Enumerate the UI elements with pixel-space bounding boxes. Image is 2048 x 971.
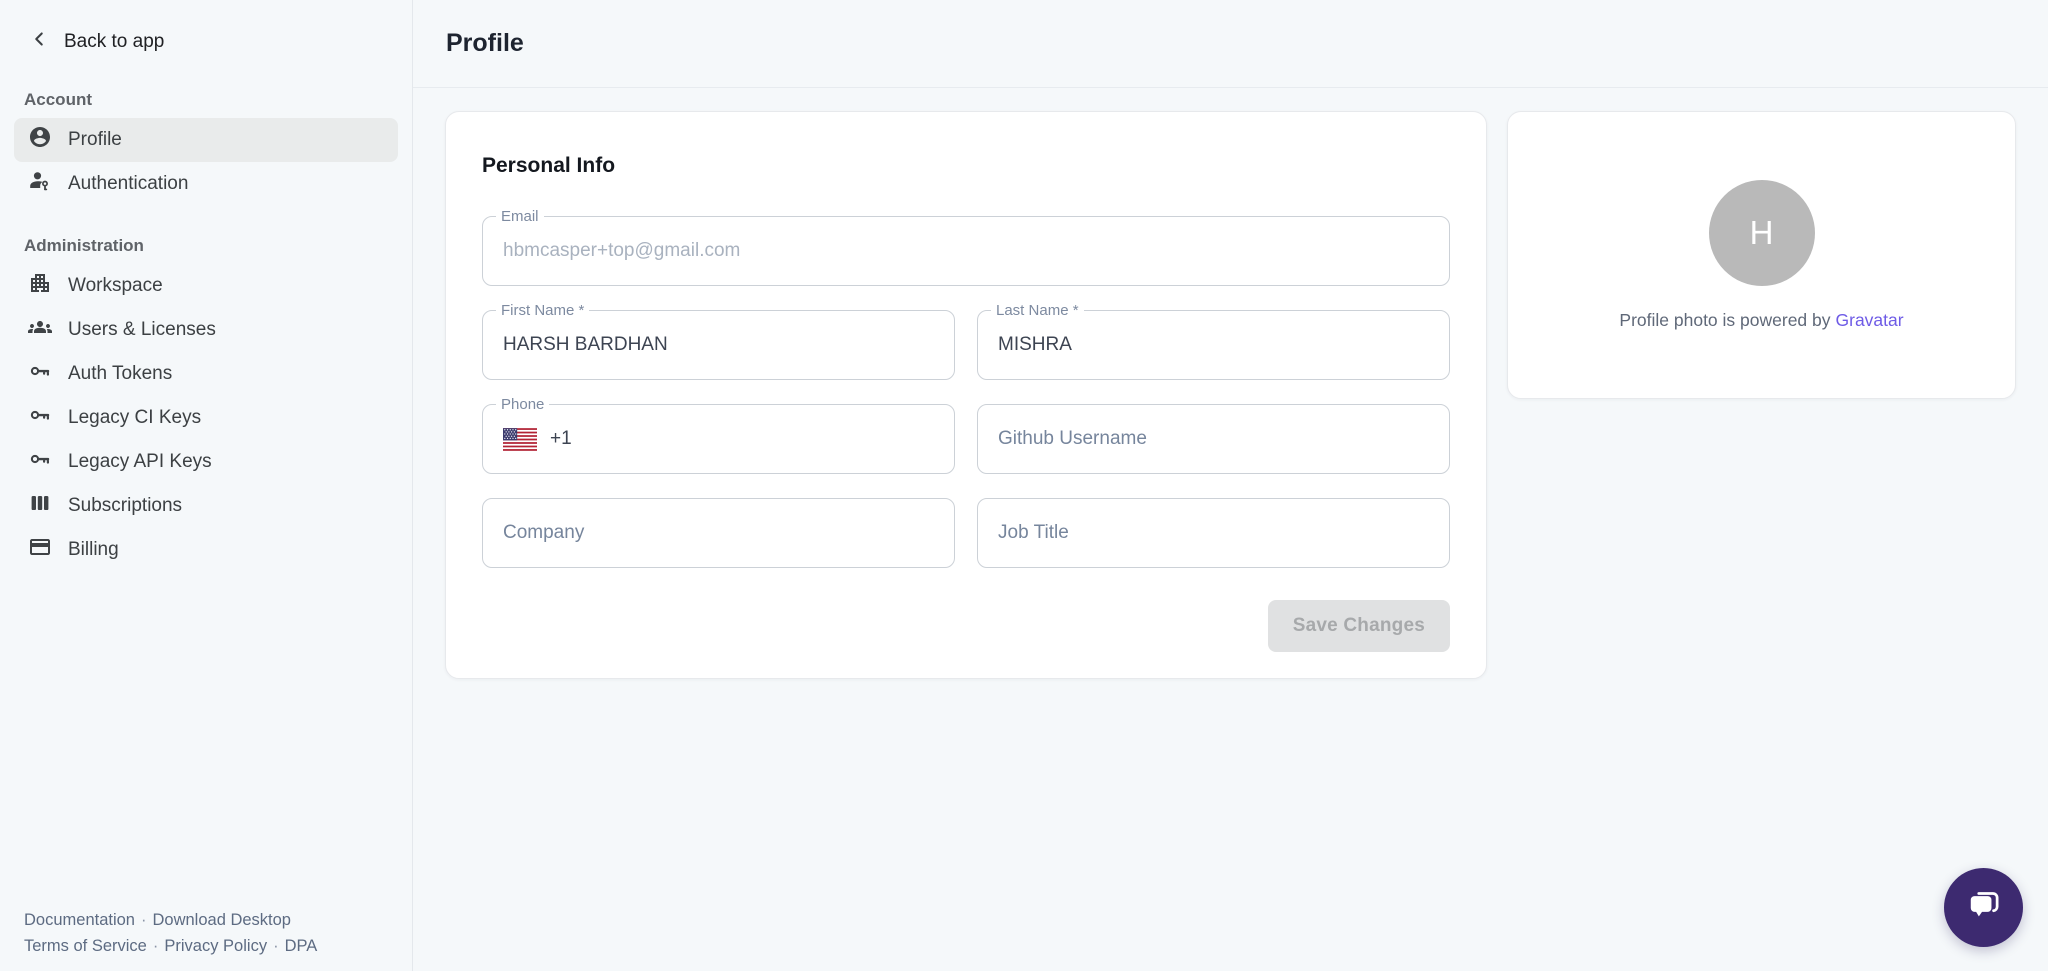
name-row: First Name * Last Name *	[482, 310, 1450, 380]
sidebar-item-label: Legacy API Keys	[68, 451, 212, 473]
content-area: Personal Info Email First Name * Last Na…	[413, 88, 2048, 679]
first-name-field[interactable]	[503, 334, 934, 356]
job-title-field[interactable]	[998, 522, 1429, 544]
back-to-app-button[interactable]: Back to app	[0, 24, 412, 60]
sidebar-item-billing[interactable]: Billing	[14, 528, 398, 572]
avatar: H	[1709, 180, 1815, 286]
last-name-label: Last Name *	[991, 302, 1084, 319]
personal-info-card: Personal Info Email First Name * Last Na…	[445, 111, 1487, 679]
sidebar-item-profile[interactable]: Profile	[14, 118, 398, 162]
terms-of-service-link[interactable]: Terms of Service	[24, 937, 147, 955]
job-title-field-wrapper	[977, 498, 1450, 568]
footer-row-2: Terms of Service · Privacy Policy · DPA	[24, 933, 317, 959]
footer-separator: ·	[141, 911, 147, 929]
sidebar-item-label: Users & Licenses	[68, 319, 216, 341]
sidebar-item-label: Subscriptions	[68, 495, 182, 517]
dpa-link[interactable]: DPA	[285, 937, 318, 955]
sidebar-footer: Documentation · Download Desktop Terms of …	[24, 907, 317, 959]
github-field-wrapper	[977, 404, 1450, 474]
page-title: Profile	[446, 29, 524, 58]
footer-separator: ·	[153, 937, 159, 955]
key-icon	[28, 403, 52, 433]
account-circle-icon	[28, 125, 52, 155]
footer-separator: ·	[273, 937, 279, 955]
phone-label: Phone	[496, 396, 549, 413]
sidebar-item-label: Billing	[68, 539, 119, 561]
gravatar-caption: Profile photo is powered by Gravatar	[1619, 310, 1903, 331]
phone-github-row: Phone	[482, 404, 1450, 474]
personal-info-title: Personal Info	[482, 154, 1450, 178]
chat-bubbles-icon	[1963, 884, 2005, 931]
first-name-label: First Name *	[496, 302, 589, 319]
sidebar-item-workspace[interactable]: Workspace	[14, 264, 398, 308]
email-field-wrapper: Email	[482, 216, 1450, 286]
us-flag-icon[interactable]	[503, 428, 537, 451]
page-header: Profile	[413, 0, 2048, 88]
key-icon	[28, 447, 52, 477]
sidebar-item-label: Profile	[68, 129, 122, 151]
gravatar-caption-text: Profile photo is powered by	[1619, 310, 1830, 330]
back-to-app-label: Back to app	[64, 31, 164, 53]
sidebar-item-label: Workspace	[68, 275, 163, 297]
email-row: Email	[482, 216, 1450, 286]
sidebar-item-auth-tokens[interactable]: Auth Tokens	[14, 352, 398, 396]
last-name-field-wrapper: Last Name *	[977, 310, 1450, 380]
save-changes-button[interactable]: Save Changes	[1268, 600, 1450, 652]
company-job-row	[482, 498, 1450, 568]
github-username-field[interactable]	[998, 428, 1429, 450]
groups-icon	[28, 315, 52, 345]
documentation-link[interactable]: Documentation	[24, 911, 135, 929]
phone-field-wrapper: Phone	[482, 404, 955, 474]
sidebar-item-label: Authentication	[68, 173, 188, 195]
first-name-field-wrapper: First Name *	[482, 310, 955, 380]
privacy-policy-link[interactable]: Privacy Policy	[164, 937, 267, 955]
sidebar-item-legacy-api-keys[interactable]: Legacy API Keys	[14, 440, 398, 484]
sidebar: Back to app Account Profile Authenticati…	[0, 0, 413, 971]
save-row: Save Changes	[482, 600, 1450, 652]
sidebar-item-subscriptions[interactable]: Subscriptions	[14, 484, 398, 528]
company-field[interactable]	[503, 522, 934, 544]
sidebar-item-legacy-ci-keys[interactable]: Legacy CI Keys	[14, 396, 398, 440]
sidebar-item-label: Legacy CI Keys	[68, 407, 201, 429]
email-field[interactable]	[503, 240, 1429, 262]
key-icon	[28, 359, 52, 389]
section-title-administration: Administration	[0, 236, 412, 256]
last-name-field[interactable]	[998, 334, 1429, 356]
phone-field[interactable]	[550, 428, 934, 450]
main-area: Profile Personal Info Email First Name *…	[413, 0, 2048, 971]
section-title-account: Account	[0, 90, 412, 110]
email-label: Email	[496, 208, 544, 225]
chat-widget-button[interactable]	[1944, 868, 2023, 947]
sidebar-item-label: Auth Tokens	[68, 363, 172, 385]
building-icon	[28, 271, 52, 301]
credit-card-icon	[28, 535, 52, 565]
gravatar-link[interactable]: Gravatar	[1836, 310, 1904, 330]
footer-row-1: Documentation · Download Desktop	[24, 907, 317, 933]
download-desktop-link[interactable]: Download Desktop	[152, 911, 291, 929]
company-field-wrapper	[482, 498, 955, 568]
gravatar-card: H Profile photo is powered by Gravatar	[1507, 111, 2016, 399]
sidebar-item-users-licenses[interactable]: Users & Licenses	[14, 308, 398, 352]
bars-icon	[28, 491, 52, 521]
sidebar-item-authentication[interactable]: Authentication	[14, 162, 398, 206]
chevron-left-icon	[28, 28, 50, 56]
person-key-icon	[28, 169, 52, 199]
